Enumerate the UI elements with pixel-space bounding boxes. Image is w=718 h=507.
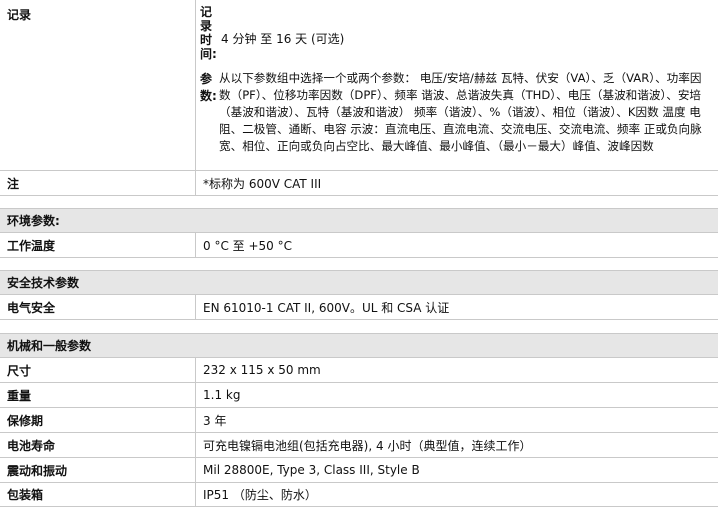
record-time-value: 4 分钟 至 16 天 (可选) (221, 32, 345, 46)
spec-value: 1.1 kg (203, 388, 241, 402)
record-row: 记录 记 录 时 间: 4 分钟 至 16 天 (可选) 参 数: 从以下参数组… (0, 0, 718, 171)
note-row: 注 *标称为 600V CAT III (0, 171, 718, 196)
spec-value: IP51 （防尘、防水） (203, 488, 317, 502)
environment-section-title: 环境参数: (0, 208, 718, 233)
spec-label: 保修期 (0, 408, 196, 432)
warranty-row: 保修期 3 年 (0, 408, 718, 433)
note-value: *标称为 600V CAT III (203, 176, 322, 191)
spec-value: 3 年 (203, 413, 227, 428)
spec-label: 尺寸 (0, 358, 196, 382)
shock-vibration-row: 震动和振动 Mil 28800E, Type 3, Class III, Sty… (0, 458, 718, 483)
spec-value: Mil 28800E, Type 3, Class III, Style B (203, 463, 420, 477)
spec-label: 震动和振动 (0, 458, 196, 482)
safety-section-title: 安全技术参数 (0, 270, 718, 295)
spec-value: 232 x 115 x 50 mm (203, 363, 321, 377)
record-label: 记录 (0, 0, 196, 170)
spec-label: 电气安全 (0, 295, 196, 319)
record-details: 记 录 时 间: 4 分钟 至 16 天 (可选) 参 数: 从以下参数组中选择… (197, 0, 718, 170)
spec-label: 电池寿命 (0, 433, 196, 457)
electrical-safety-row: 电气安全 EN 61010-1 CAT II, 600V。UL 和 CSA 认证 (0, 295, 718, 320)
spec-table: 记录 记 录 时 间: 4 分钟 至 16 天 (可选) 参 数: 从以下参数组… (0, 0, 718, 507)
note-label: 注 (0, 171, 196, 195)
record-params-value: 从以下参数组中选择一个或两个参数： 电压/安培/赫兹 瓦特、伏安（VA）、乏（V… (219, 71, 702, 153)
spec-value: EN 61010-1 CAT II, 600V。UL 和 CSA 认证 (203, 300, 450, 315)
enclosure-row: 包装箱 IP51 （防尘、防水） (0, 483, 718, 507)
record-params-label: 参 数: (200, 72, 217, 103)
operating-temperature-row: 工作温度 0 °C 至 +50 °C (0, 233, 718, 258)
mechanical-section-title: 机械和一般参数 (0, 333, 718, 358)
spec-value: 0 °C 至 +50 °C (203, 238, 292, 253)
spec-label: 包装箱 (0, 483, 196, 506)
spec-value: 可充电镍镉电池组(包括充电器), 4 小时（典型值，连续工作） (203, 438, 532, 453)
weight-row: 重量 1.1 kg (0, 383, 718, 408)
dimensions-row: 尺寸 232 x 115 x 50 mm (0, 358, 718, 383)
record-time-label: 记 录 时 间: (200, 5, 217, 61)
spec-label: 工作温度 (0, 233, 196, 257)
battery-life-row: 电池寿命 可充电镍镉电池组(包括充电器), 4 小时（典型值，连续工作） (0, 433, 718, 458)
spec-label: 重量 (0, 383, 196, 407)
